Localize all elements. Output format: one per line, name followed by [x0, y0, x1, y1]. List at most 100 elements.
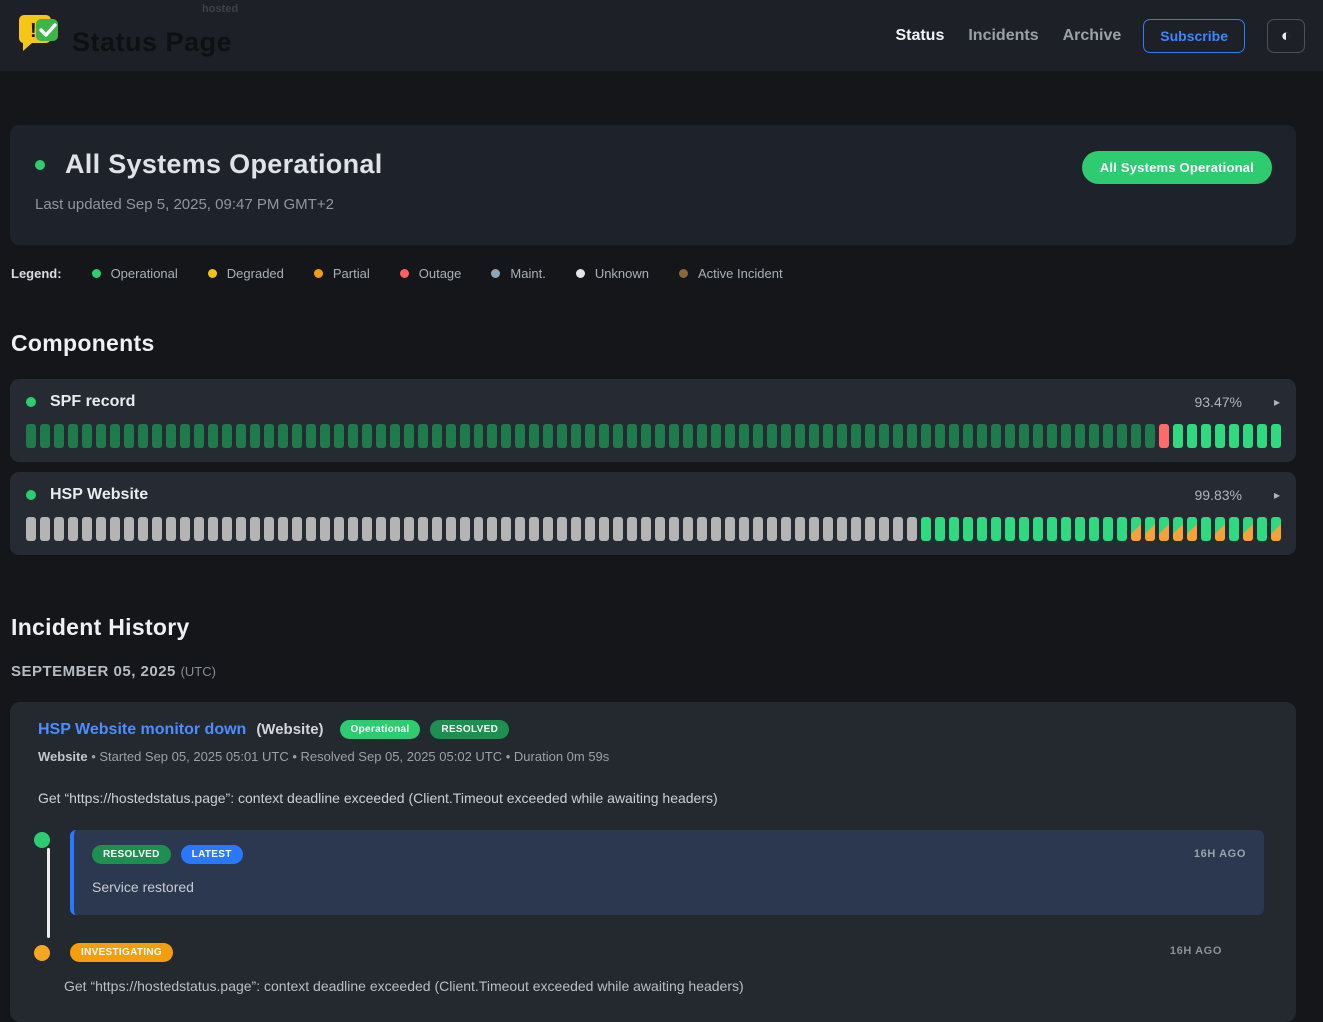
uptime-bar-deg [1131, 517, 1141, 541]
nav-link-status[interactable]: Status [895, 27, 944, 45]
uptime-bar-op_dark [250, 424, 260, 448]
uptime-bar-op [1075, 517, 1085, 541]
uptime-bar-unknown [348, 517, 358, 541]
component-name: SPF record [50, 393, 135, 411]
uptime-bar-unknown [236, 517, 246, 541]
uptime-bar-op [1103, 517, 1113, 541]
expand-arrow-icon[interactable]: ▸ [1274, 395, 1280, 409]
uptime-bar-unknown [781, 517, 791, 541]
uptime-bar-op_dark [823, 424, 833, 448]
update-timestamp: 16H AGO [1194, 848, 1246, 860]
uptime-bar-op_dark [809, 424, 819, 448]
legend-item-label: Degraded [227, 266, 284, 281]
component-uptime-percent: 99.83% [1194, 487, 1241, 503]
incident-timeline: 16H AGORESOLVEDLATESTService restored16H… [26, 830, 1280, 994]
uptime-bar-unknown [669, 517, 679, 541]
uptime-bar-unknown [306, 517, 316, 541]
uptime-bar-op_dark [68, 424, 78, 448]
legend-dot-icon [576, 269, 585, 278]
nav-link-incidents[interactable]: Incidents [968, 27, 1038, 45]
uptime-bar-unknown [250, 517, 260, 541]
uptime-bar-deg [1145, 517, 1155, 541]
uptime-bar-unknown [110, 517, 120, 541]
uptime-bar-op_dark [404, 424, 414, 448]
component-uptime-percent: 93.47% [1194, 394, 1241, 410]
uptime-bar-unknown [543, 517, 553, 541]
uptime-bar-deg [1159, 517, 1169, 541]
brand[interactable]: ! Status Page hosted [18, 11, 232, 60]
uptime-bar-op_dark [26, 424, 36, 448]
uptime-bar-op_dark [390, 424, 400, 448]
legend-item-partial: Partial [314, 266, 370, 281]
legend-item-label: Active Incident [698, 266, 783, 281]
header: ! Status Page hosted Status Incidents Arch… [0, 0, 1323, 71]
uptime-bar-op_dark [725, 424, 735, 448]
component-card-spf-record: SPF record 93.47% ▸ [10, 379, 1296, 462]
uptime-bar-op_dark [515, 424, 525, 448]
legend-dot-icon [92, 269, 101, 278]
incident-meta-component: Website [38, 749, 88, 764]
uptime-bar-op_dark [935, 424, 945, 448]
uptime-bar-unknown [68, 517, 78, 541]
uptime-bar-unknown [432, 517, 442, 541]
uptime-bar-op_dark [208, 424, 218, 448]
uptime-bar-op [935, 517, 945, 541]
uptime-bar-op_dark [432, 424, 442, 448]
component-header[interactable]: HSP Website99.83%▸ [26, 486, 1280, 504]
brand-superscript: hosted [202, 3, 238, 15]
uptime-bar-unknown [404, 517, 414, 541]
nav-link-archive[interactable]: Archive [1063, 27, 1122, 45]
brand-name: Status Page [72, 29, 232, 60]
uptime-bar-unknown [823, 517, 833, 541]
updates-list: 16H AGORESOLVEDLATESTService restored16H… [26, 830, 1280, 994]
component-header[interactable]: SPF record 93.47% ▸ [26, 393, 1280, 411]
incident-badge-resolved: RESOLVED [430, 720, 509, 739]
legend-dot-icon [400, 269, 409, 278]
uptime-bar-op_dark [1019, 424, 1029, 448]
uptime-bar-op_dark [767, 424, 777, 448]
subscribe-button[interactable]: Subscribe [1143, 19, 1245, 53]
uptime-bar-unknown [683, 517, 693, 541]
uptime-bar-unknown [515, 517, 525, 541]
uptime-bar-op_dark [306, 424, 316, 448]
uptime-bar-op_dark [921, 424, 931, 448]
uptime-bar-unknown [837, 517, 847, 541]
incident-title-link[interactable]: HSP Website monitor down [38, 721, 246, 739]
uptime-bar-op_dark [683, 424, 693, 448]
expand-arrow-icon[interactable]: ▸ [1274, 488, 1280, 502]
theme-toggle-button[interactable]: ◐ [1267, 19, 1305, 53]
uptime-bar-unknown [180, 517, 190, 541]
uptime-bar-op_dark [166, 424, 176, 448]
uptime-bar-op [1271, 424, 1281, 448]
uptime-bar-unknown [138, 517, 148, 541]
uptime-bar-op_dark [376, 424, 386, 448]
uptime-bar-unknown [40, 517, 50, 541]
uptime-bar-unknown [278, 517, 288, 541]
overall-status-banner: All Systems Operational Last updated Sep… [10, 125, 1296, 245]
update-badges: RESOLVEDLATEST [92, 845, 1194, 864]
uptime-bar-op [1187, 424, 1197, 448]
uptime-bar-op_dark [865, 424, 875, 448]
uptime-bar-outage [1159, 424, 1169, 448]
legend-item-label: Outage [419, 266, 462, 281]
legend-item-label: Partial [333, 266, 370, 281]
uptime-bar-op [949, 517, 959, 541]
uptime-bar-op_dark [264, 424, 274, 448]
timeline-status-dot [34, 832, 50, 848]
uptime-bar-op [1047, 517, 1057, 541]
uptime-bar-unknown [851, 517, 861, 541]
main-nav: Status Incidents Archive [895, 27, 1121, 45]
uptime-bar-unknown [809, 517, 819, 541]
uptime-bar-unknown [292, 517, 302, 541]
uptime-bar-op_dark [82, 424, 92, 448]
component-status-dot [26, 397, 36, 407]
uptime-bar-unknown [711, 517, 721, 541]
update-status-badge: INVESTIGATING [70, 943, 173, 962]
uptime-bar-deg [1271, 517, 1281, 541]
timeline-dot-column [26, 830, 58, 915]
incident-update: 16H AGOINVESTIGATINGGet “https://hosteds… [26, 943, 1280, 994]
uptime-bar-op_dark [613, 424, 623, 448]
update-badges: INVESTIGATING [70, 943, 1280, 962]
incident-meta: Website • Started Sep 05, 2025 05:01 UTC… [38, 749, 1280, 764]
uptime-bar-unknown [739, 517, 749, 541]
